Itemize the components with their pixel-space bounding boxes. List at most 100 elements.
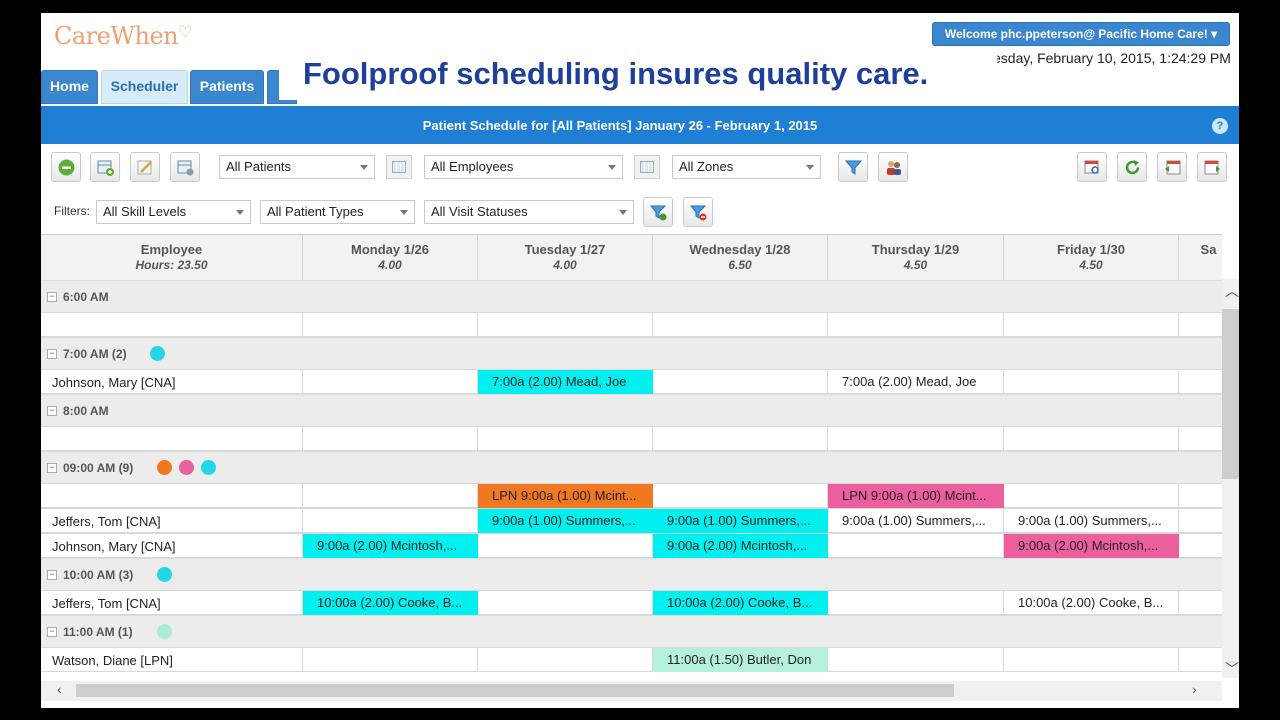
day-cell[interactable] bbox=[303, 370, 478, 394]
day-cell[interactable] bbox=[1004, 370, 1179, 394]
day-cell[interactable] bbox=[1179, 534, 1222, 558]
day-cell[interactable] bbox=[478, 313, 653, 337]
appointment[interactable]: 9:00a (2.00) Mcintosh,... bbox=[1004, 534, 1179, 558]
day-cell[interactable] bbox=[828, 313, 1004, 337]
time-group-header[interactable]: −11:00 AM (1) bbox=[41, 615, 1222, 647]
appointment[interactable]: 10:00a (2.00) Cooke, B... bbox=[653, 591, 828, 615]
visit-status-select[interactable]: All Visit Statuses bbox=[424, 200, 634, 224]
day-cell[interactable]: 9:00a (1.00) Summers,... bbox=[653, 509, 828, 533]
appointment[interactable]: 9:00a (1.00) Summers,... bbox=[828, 509, 1004, 533]
filter-button[interactable] bbox=[838, 152, 868, 182]
edit-button[interactable] bbox=[130, 152, 160, 182]
time-group-header[interactable]: −8:00 AM bbox=[41, 394, 1222, 426]
help-icon[interactable]: ? bbox=[1212, 118, 1228, 134]
zones-select[interactable]: All Zones bbox=[672, 155, 821, 179]
day-cell[interactable] bbox=[653, 313, 828, 337]
clear-filter-button[interactable] bbox=[683, 197, 713, 227]
appointment[interactable]: 11:00a (1.50) Butler, Don bbox=[653, 648, 828, 672]
horizontal-scrollbar[interactable]: ‹ › bbox=[41, 681, 1222, 701]
day-cell[interactable] bbox=[1004, 427, 1179, 451]
appointment[interactable]: 10:00a (2.00) Cooke, B... bbox=[303, 591, 478, 615]
scroll-left-icon[interactable]: ‹ bbox=[57, 681, 62, 697]
day-cell[interactable] bbox=[1179, 484, 1222, 508]
patients-calendar-button[interactable] bbox=[386, 155, 412, 179]
day-cell[interactable] bbox=[828, 648, 1004, 672]
employee-name[interactable]: Johnson, Mary [CNA] bbox=[52, 539, 176, 554]
collapse-icon[interactable]: − bbox=[47, 570, 57, 580]
employee-name[interactable]: Jeffers, Tom [CNA] bbox=[52, 596, 161, 611]
scroll-right-icon[interactable]: › bbox=[1192, 681, 1197, 697]
employees-select[interactable]: All Employees bbox=[424, 155, 623, 179]
appointment[interactable]: 9:00a (2.00) Mcintosh,... bbox=[653, 534, 828, 558]
day-column-header[interactable]: Sa bbox=[1179, 235, 1222, 280]
day-cell[interactable]: 9:00a (1.00) Summers,... bbox=[1004, 509, 1179, 533]
day-cell[interactable] bbox=[1179, 370, 1222, 394]
patient-type-select[interactable]: All Patient Types bbox=[260, 200, 415, 224]
skill-level-select[interactable]: All Skill Levels bbox=[96, 200, 251, 224]
time-group-header[interactable]: −6:00 AM bbox=[41, 280, 1222, 312]
collapse-icon[interactable]: − bbox=[47, 406, 57, 416]
day-cell[interactable] bbox=[653, 427, 828, 451]
appointment[interactable]: 10:00a (2.00) Cooke, B... bbox=[1004, 591, 1179, 615]
day-cell[interactable]: 10:00a (2.00) Cooke, B... bbox=[1004, 591, 1179, 615]
staff-button[interactable] bbox=[878, 152, 908, 182]
day-cell[interactable] bbox=[828, 534, 1004, 558]
day-cell[interactable] bbox=[1179, 509, 1222, 533]
collapse-icon[interactable]: − bbox=[47, 627, 57, 637]
appointment[interactable]: 9:00a (2.00) Mcintosh,... bbox=[303, 534, 478, 558]
day-cell[interactable] bbox=[1179, 313, 1222, 337]
day-cell[interactable] bbox=[653, 370, 828, 394]
day-cell[interactable] bbox=[303, 648, 478, 672]
time-group-header[interactable]: −7:00 AM (2) bbox=[41, 337, 1222, 369]
previous-week-button[interactable] bbox=[1157, 152, 1187, 182]
employee-name[interactable]: Watson, Diane [LPN] bbox=[52, 653, 173, 668]
day-cell[interactable] bbox=[653, 484, 828, 508]
day-cell[interactable]: 7:00a (2.00) Mead, Joe bbox=[828, 370, 1004, 394]
time-group-header[interactable]: −09:00 AM (9) bbox=[41, 451, 1222, 483]
collapse-icon[interactable]: − bbox=[47, 349, 57, 359]
day-column-header[interactable]: Thursday 1/29 4.50 bbox=[828, 235, 1004, 280]
day-cell[interactable]: 9:00a (1.00) Summers,... bbox=[478, 509, 653, 533]
search-calendar-button[interactable] bbox=[1077, 152, 1107, 182]
appointment[interactable]: LPN 9:00a (1.00) Mcint... bbox=[478, 484, 653, 508]
appointment[interactable]: 9:00a (1.00) Summers,... bbox=[653, 509, 828, 533]
day-cell[interactable]: 9:00a (1.00) Summers,... bbox=[828, 509, 1004, 533]
patients-select[interactable]: All Patients bbox=[219, 155, 375, 179]
scroll-down-icon[interactable]: ﹀ bbox=[1225, 659, 1239, 679]
day-cell[interactable] bbox=[1004, 484, 1179, 508]
day-cell[interactable]: 9:00a (2.00) Mcintosh,... bbox=[1004, 534, 1179, 558]
day-cell[interactable] bbox=[828, 591, 1004, 615]
day-cell[interactable]: 9:00a (2.00) Mcintosh,... bbox=[653, 534, 828, 558]
day-cell[interactable] bbox=[303, 509, 478, 533]
day-column-header[interactable]: Tuesday 1/27 4.00 bbox=[478, 235, 653, 280]
appointment[interactable]: LPN 9:00a (1.00) Mcint... bbox=[828, 484, 1004, 508]
appointment[interactable]: 9:00a (1.00) Summers,... bbox=[478, 509, 653, 533]
day-cell[interactable] bbox=[478, 534, 653, 558]
tab-scheduler[interactable]: Scheduler bbox=[101, 70, 188, 104]
collapse-icon[interactable]: − bbox=[47, 292, 57, 302]
appointment[interactable]: 9:00a (1.00) Summers,... bbox=[1004, 509, 1179, 533]
vertical-scrollbar[interactable]: ︿ ﹀ bbox=[1222, 279, 1239, 678]
day-cell[interactable]: 7:00a (2.00) Mead, Joe bbox=[478, 370, 653, 394]
day-cell[interactable]: 9:00a (2.00) Mcintosh,... bbox=[303, 534, 478, 558]
remove-button[interactable] bbox=[51, 152, 81, 182]
horizontal-scroll-thumb[interactable] bbox=[76, 684, 954, 697]
time-group-header[interactable]: −10:00 AM (3) bbox=[41, 558, 1222, 590]
day-cell[interactable] bbox=[1004, 313, 1179, 337]
employee-name[interactable]: Jeffers, Tom [CNA] bbox=[52, 514, 161, 529]
day-cell[interactable]: LPN 9:00a (1.00) Mcint... bbox=[828, 484, 1004, 508]
day-cell[interactable] bbox=[303, 484, 478, 508]
add-visit-button[interactable] bbox=[90, 152, 120, 182]
calendar-settings-button[interactable] bbox=[170, 152, 200, 182]
next-week-button[interactable] bbox=[1197, 152, 1227, 182]
vertical-scroll-thumb[interactable] bbox=[1222, 309, 1239, 479]
employee-name[interactable]: Johnson, Mary [CNA] bbox=[52, 375, 176, 390]
day-cell[interactable]: 10:00a (2.00) Cooke, B... bbox=[653, 591, 828, 615]
tab-patients[interactable]: Patients bbox=[190, 70, 264, 104]
day-column-header[interactable]: Monday 1/26 4.00 bbox=[303, 235, 478, 280]
day-column-header[interactable]: Friday 1/30 4.50 bbox=[1004, 235, 1179, 280]
appointment[interactable]: 7:00a (2.00) Mead, Joe bbox=[478, 370, 653, 394]
day-cell[interactable] bbox=[1179, 427, 1222, 451]
day-cell[interactable] bbox=[1179, 648, 1222, 672]
day-cell[interactable] bbox=[478, 648, 653, 672]
